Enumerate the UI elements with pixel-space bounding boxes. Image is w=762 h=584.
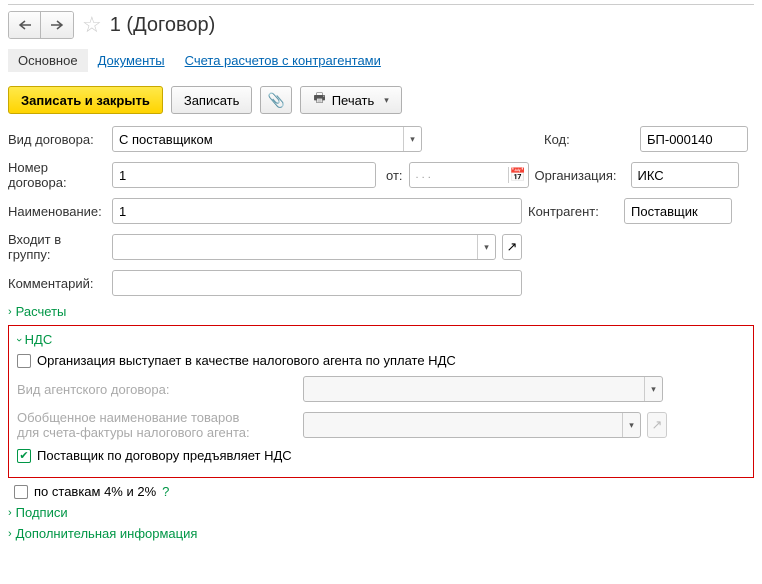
arrow-right-icon xyxy=(50,20,64,30)
tab-main[interactable]: Основное xyxy=(8,49,88,72)
calendar-icon[interactable]: 📅 xyxy=(508,167,528,183)
supplier-nds-label: Поставщик по договору предъявляет НДС xyxy=(37,448,292,463)
section-calculations[interactable]: › Расчеты xyxy=(8,304,754,319)
contract-type-select[interactable]: С поставщиком ▾ xyxy=(112,126,422,152)
dropdown-icon[interactable]: ▾ xyxy=(477,235,495,259)
org-input[interactable] xyxy=(631,162,739,188)
rates-label: по ставкам 4% и 2% xyxy=(34,484,156,499)
chevron-right-icon: › xyxy=(8,507,12,519)
page-title: 1 (Договор) xyxy=(110,14,216,37)
dropdown-icon: ▾ xyxy=(644,377,662,401)
name-input[interactable] xyxy=(112,198,522,224)
help-icon[interactable]: ? xyxy=(162,484,169,499)
printer-icon: 🖶 xyxy=(313,89,325,111)
group-open-button[interactable]: ↗ xyxy=(502,234,522,260)
label-name: Наименование: xyxy=(8,204,106,219)
counterparty-input[interactable] xyxy=(624,198,732,224)
back-button[interactable] xyxy=(9,12,41,38)
tax-agent-checkbox[interactable] xyxy=(17,354,31,368)
section-calculations-label: Расчеты xyxy=(16,304,67,319)
save-button[interactable]: Записать xyxy=(171,86,253,114)
label-goods-name-2: для счета-фактуры налогового агента: xyxy=(17,425,297,440)
label-goods-name-1: Обобщенное наименование товаров xyxy=(17,410,297,425)
code-input[interactable] xyxy=(640,126,748,152)
arrow-left-icon xyxy=(18,20,32,30)
date-placeholder: . . . xyxy=(410,169,508,181)
attach-button[interactable]: 📎 xyxy=(260,86,292,114)
label-contract-type: Вид договора: xyxy=(8,132,106,147)
save-and-close-button[interactable]: Записать и закрыть xyxy=(8,86,163,114)
section-signatures[interactable]: › Подписи xyxy=(8,505,754,520)
comment-input[interactable] xyxy=(112,270,522,296)
dropdown-icon[interactable]: ▾ xyxy=(403,127,421,151)
section-signatures-label: Подписи xyxy=(16,505,68,520)
tab-documents[interactable]: Документы xyxy=(88,49,175,72)
label-number: Номер договора: xyxy=(8,160,106,190)
favorite-star-icon[interactable]: ☆ xyxy=(82,12,102,38)
print-label: Печать xyxy=(332,93,375,108)
chevron-down-icon: › xyxy=(13,338,25,342)
label-org: Организация: xyxy=(535,168,625,183)
rates-checkbox[interactable] xyxy=(14,485,28,499)
goods-name-select: ▾ xyxy=(303,412,641,438)
label-counterparty: Контрагент: xyxy=(528,204,618,219)
label-group: Входит в группу: xyxy=(8,232,106,262)
goods-open-button: ↗ xyxy=(647,412,667,438)
contract-type-value: С поставщиком xyxy=(113,132,403,147)
forward-button[interactable] xyxy=(41,12,73,38)
label-agent-type: Вид агентского договора: xyxy=(17,382,297,397)
toolbar: Записать и закрыть Записать 📎 🖶 Печать xyxy=(8,86,754,114)
number-input[interactable] xyxy=(112,162,376,188)
nav-buttons xyxy=(8,11,74,39)
section-nds-label: НДС xyxy=(25,332,53,347)
chevron-right-icon: › xyxy=(8,306,12,318)
tax-agent-label: Организация выступает в качестве налогов… xyxy=(37,353,456,368)
nds-highlight-box: › НДС Организация выступает в качестве н… xyxy=(8,325,754,478)
label-comment: Комментарий: xyxy=(8,276,106,291)
header: ☆ 1 (Договор) xyxy=(8,11,754,39)
paperclip-icon: 📎 xyxy=(268,92,285,109)
section-nds[interactable]: › НДС xyxy=(17,332,745,347)
label-code: Код: xyxy=(544,132,634,147)
tab-accounts[interactable]: Счета расчетов с контрагентами xyxy=(175,49,391,72)
group-select[interactable]: ▾ xyxy=(112,234,496,260)
section-extra-label: Дополнительная информация xyxy=(16,526,198,541)
supplier-nds-checkbox[interactable]: ✔ xyxy=(17,449,31,463)
date-input[interactable]: . . . 📅 xyxy=(409,162,529,188)
print-button[interactable]: 🖶 Печать xyxy=(300,86,401,114)
tabs: Основное Документы Счета расчетов с конт… xyxy=(8,49,754,72)
dropdown-icon: ▾ xyxy=(622,413,640,437)
agent-type-select: ▾ xyxy=(303,376,663,402)
label-from: от: xyxy=(386,168,403,183)
chevron-right-icon: › xyxy=(8,528,12,540)
section-extra[interactable]: › Дополнительная информация xyxy=(8,526,754,541)
